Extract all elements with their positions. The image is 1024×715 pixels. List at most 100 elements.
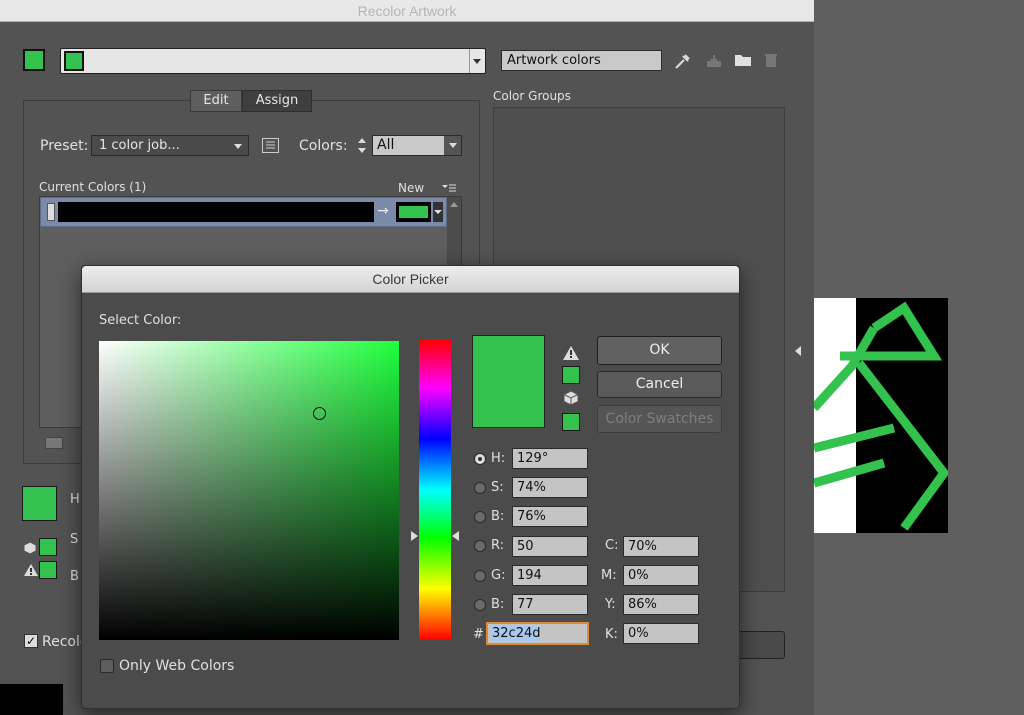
blue-value: 77	[517, 597, 534, 612]
trash-icon[interactable]	[764, 53, 778, 68]
artwork-colors-field[interactable]: Artwork colors	[501, 50, 662, 71]
s-field[interactable]: 74%	[512, 477, 588, 498]
y-field[interactable]: 86%	[623, 594, 699, 615]
h-label: H:	[491, 451, 506, 466]
eyedropper-icon[interactable]	[673, 52, 691, 70]
new-label: New	[398, 181, 425, 195]
h-radio[interactable]	[474, 453, 486, 465]
blue-label: B:	[491, 597, 505, 612]
chevron-up-icon[interactable]	[450, 202, 458, 207]
y-value: 86%	[628, 597, 657, 612]
m-field[interactable]: 0%	[623, 565, 699, 586]
tab-assign-label: Assign	[255, 93, 299, 108]
s-value: 74%	[517, 480, 546, 495]
blue-radio[interactable]	[474, 599, 486, 611]
new-color-preview	[472, 335, 545, 428]
right-bottom-button[interactable]	[735, 631, 785, 659]
g-label: G:	[491, 568, 506, 583]
preset-label: Preset:	[40, 138, 89, 154]
harmony-dropdown[interactable]	[469, 49, 485, 73]
tab-assign[interactable]: Assign	[242, 90, 312, 112]
web-color-swatch[interactable]	[39, 538, 57, 556]
tab-edit-label: Edit	[203, 93, 229, 108]
k-field[interactable]: 0%	[623, 623, 699, 644]
hue-slider[interactable]	[411, 340, 459, 640]
select-color-label: Select Color:	[99, 313, 182, 328]
g-field[interactable]: 194	[512, 565, 588, 586]
s-radio[interactable]	[474, 482, 486, 494]
list-view-icon[interactable]	[45, 437, 63, 449]
chevron-down-icon	[358, 148, 366, 153]
gamut-color-swatch[interactable]	[39, 561, 57, 579]
b-radio[interactable]	[474, 511, 486, 523]
h-field[interactable]: 129°	[512, 448, 588, 469]
r-radio[interactable]	[474, 540, 486, 552]
arrow-right-icon: →	[377, 203, 389, 219]
new-color-swatch[interactable]	[396, 202, 431, 222]
g-radio[interactable]	[474, 570, 486, 582]
recolor-title: Recolor Artwork	[357, 3, 457, 19]
c-field[interactable]: 70%	[623, 536, 699, 557]
tab-edit[interactable]: Edit	[190, 90, 242, 112]
color-swatches-label: Color Swatches	[605, 411, 714, 427]
chevron-down-icon	[234, 144, 242, 149]
g-value: 194	[517, 568, 542, 583]
gamut-swatch[interactable]	[562, 366, 580, 384]
recolor-art-checkbox[interactable]: ✓	[24, 634, 38, 648]
m-value: 0%	[628, 568, 649, 583]
gamut-warning-icon[interactable]	[562, 345, 580, 361]
preset-select[interactable]: 1 color job...	[91, 135, 249, 156]
hex-value: 32c24d	[492, 626, 541, 641]
ok-button-label: OK	[649, 342, 670, 358]
active-color-swatch[interactable]	[23, 49, 45, 71]
hex-field[interactable]: 32c24d	[486, 622, 589, 645]
colors-label: Colors:	[299, 138, 348, 154]
s-label: S:	[491, 480, 504, 495]
h-value: 129°	[517, 451, 549, 466]
b-field[interactable]: 76%	[512, 506, 588, 527]
new-color-dropdown[interactable]	[433, 202, 443, 222]
cube-icon	[23, 541, 37, 555]
folder-icon[interactable]	[734, 53, 752, 67]
black-corner	[0, 684, 63, 715]
chevron-up-icon	[358, 138, 366, 143]
color-swatches-button[interactable]: Color Swatches	[597, 405, 722, 433]
ok-button[interactable]: OK	[597, 336, 722, 365]
cancel-button-label: Cancel	[635, 376, 684, 392]
only-web-colors-checkbox[interactable]	[100, 659, 114, 673]
b-value: 76%	[517, 509, 546, 524]
harmony-bar[interactable]	[60, 48, 486, 74]
chevron-down-icon	[449, 143, 457, 148]
web-safe-cube-icon[interactable]	[563, 390, 579, 406]
save-group-icon[interactable]	[706, 54, 722, 68]
large-color-swatch[interactable]	[22, 486, 57, 521]
drag-handle-icon[interactable]	[47, 203, 55, 221]
current-color-bar[interactable]	[58, 202, 374, 222]
colors-select[interactable]: All	[372, 135, 462, 156]
collapse-arrow-icon[interactable]	[795, 346, 801, 356]
cancel-button[interactable]: Cancel	[597, 371, 722, 398]
k-value: 0%	[628, 626, 649, 641]
s-label-left: S	[70, 532, 79, 547]
color-row[interactable]: →	[40, 197, 447, 227]
colors-value: All	[377, 137, 395, 153]
hue-slider-handle-right[interactable]	[452, 531, 459, 541]
hue-slider-handle-left[interactable]	[411, 531, 418, 541]
artwork-colors-text: Artwork colors	[507, 53, 601, 68]
b-label-left: B	[70, 569, 79, 584]
chevron-down-icon	[434, 210, 442, 214]
recolor-titlebar: Recolor Artwork	[0, 0, 814, 22]
color-field-cursor[interactable]	[313, 407, 326, 420]
r-field[interactable]: 50	[512, 536, 588, 557]
colors-stepper[interactable]	[355, 136, 369, 156]
color-picker-dialog: Color Picker Select Color: OK Cancel Col…	[81, 265, 740, 709]
blue-field[interactable]: 77	[512, 594, 588, 615]
c-label: C:	[605, 538, 619, 553]
color-field[interactable]	[99, 341, 399, 640]
warning-icon	[23, 563, 39, 577]
preset-options-icon[interactable]	[262, 138, 279, 153]
new-options-icon[interactable]	[441, 182, 457, 192]
h-label-left: H	[70, 492, 80, 507]
color-groups-label: Color Groups	[493, 89, 571, 103]
web-safe-swatch[interactable]	[562, 413, 580, 431]
